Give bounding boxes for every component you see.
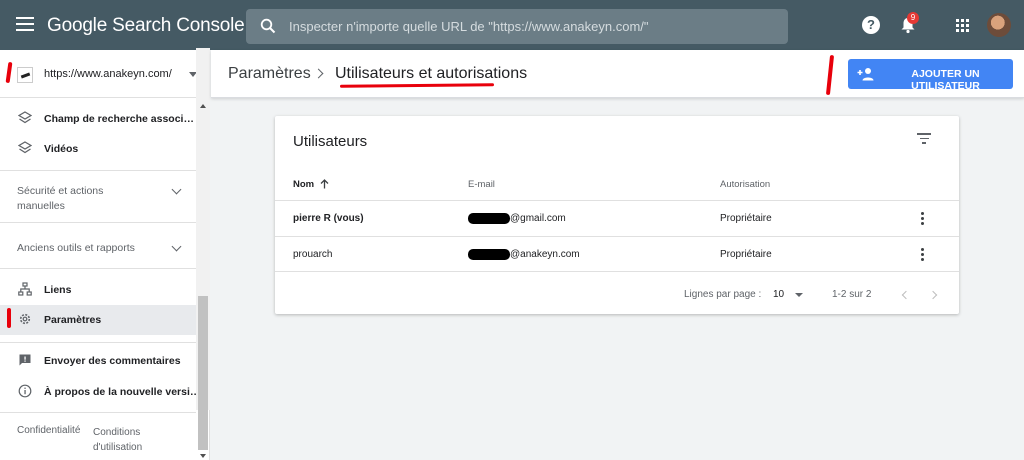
property-url: https://www.anakeyn.com/ [44,68,172,80]
column-header-name[interactable]: Nom [293,179,314,190]
help-icon[interactable]: ? [862,16,880,34]
sidebar-item-settings[interactable]: Paramètres [0,305,196,335]
more-vert-icon[interactable] [921,248,925,262]
scroll-down-icon[interactable] [200,454,206,458]
annotation-mark [7,308,11,328]
sidebar-item-label: Champ de recherche associ… [44,113,194,125]
apps-grid-icon[interactable] [956,19,969,32]
table-row[interactable]: prouarch @anakeyn.com Propriétaire [275,236,959,272]
feedback-icon [19,354,31,366]
chevron-right-icon[interactable] [928,290,938,300]
info-icon [18,384,32,398]
sitemap-icon [18,282,32,296]
notification-badge: 9 [907,12,919,24]
person-add-icon [857,68,874,81]
add-user-label: AJOUTER UN UTILISATEUR [911,68,980,92]
add-user-button[interactable]: AJOUTER UN UTILISATEUR [848,59,1013,92]
sidebar-item-about-new-version[interactable]: À propos de la nouvelle versi… [0,377,200,407]
rows-per-page-label: Lignes par page : [684,289,762,300]
user-email: @anakeyn.com [510,249,580,260]
menu-icon[interactable] [16,17,34,31]
sidebar-item-associated-search[interactable]: Champ de recherche associ… [0,104,196,134]
column-header-permission: Autorisation [720,179,771,190]
privacy-link[interactable]: Confidentialité [17,425,80,436]
sidebar-divider [0,268,196,269]
sort-ascending-icon[interactable] [320,179,329,189]
sidebar-item-label: Envoyer des commentaires [44,355,181,367]
sidebar-section-security[interactable]: Sécurité et actions manuelles [17,184,137,214]
sidebar-section-legacy-tools[interactable]: Anciens outils et rapports [17,241,192,256]
chevron-right-icon [313,68,324,79]
search-icon [260,18,276,34]
account-avatar[interactable] [987,13,1011,37]
user-permission: Propriétaire [720,213,772,224]
layers-icon [18,111,32,124]
page-header: Paramètres Utilisateurs et autorisations… [211,50,1024,98]
layers-icon [18,141,32,154]
user-name: prouarch [293,249,333,260]
pagination: Lignes par page : 10 1-2 sur 2 [275,271,959,314]
table-row[interactable]: pierre R (vous) @gmail.com Propriétaire [275,200,959,236]
filter-icon[interactable] [917,133,931,144]
top-app-bar: Google Search Console ? 9 [0,0,1024,50]
sidebar-item-videos[interactable]: Vidéos [0,134,196,164]
page-title: Utilisateurs et autorisations [335,65,528,82]
breadcrumb-settings[interactable]: Paramètres [228,65,311,83]
redaction-mark [468,249,510,260]
terms-link[interactable]: Conditions d'utilisation [93,425,173,455]
sidebar-item-feedback[interactable]: Envoyer des commentaires [0,346,196,376]
sidebar-divider [0,222,196,223]
scrollbar-thumb[interactable] [198,296,208,450]
property-selector[interactable]: https://www.anakeyn.com/ [0,50,209,98]
column-header-email: E-mail [468,179,495,190]
caret-down-icon[interactable] [795,293,803,297]
chevron-left-icon[interactable] [901,290,911,300]
sidebar-divider [0,412,196,413]
user-name: pierre R (vous) [293,213,364,224]
user-email: @gmail.com [510,213,566,224]
chevron-down-icon[interactable] [171,184,182,195]
sidebar-item-label: À propos de la nouvelle versi… [44,386,201,398]
page-range: 1-2 sur 2 [832,289,872,300]
sidebar: https://www.anakeyn.com/ Champ de recher… [0,50,210,460]
redaction-mark [468,213,510,224]
card-title: Utilisateurs [293,133,368,150]
sidebar-item-links[interactable]: Liens [0,275,196,305]
sidebar-item-label: Paramètres [44,314,102,326]
app-logo[interactable]: Google Search Console [47,15,245,37]
sidebar-item-label: Liens [44,284,72,296]
sidebar-item-label: Vidéos [44,143,79,155]
url-inspection-search[interactable] [246,9,788,44]
sidebar-divider [0,170,196,171]
search-input[interactable] [289,9,769,44]
site-favicon-icon [17,67,33,83]
rows-per-page-select[interactable]: 10 [773,289,784,300]
scroll-up-icon[interactable] [200,104,206,108]
sidebar-divider [0,342,196,343]
user-permission: Propriétaire [720,249,772,260]
more-vert-icon[interactable] [921,212,925,226]
gear-icon [19,313,31,325]
users-card: Utilisateurs Nom E-mail Autorisation pie… [275,116,959,314]
